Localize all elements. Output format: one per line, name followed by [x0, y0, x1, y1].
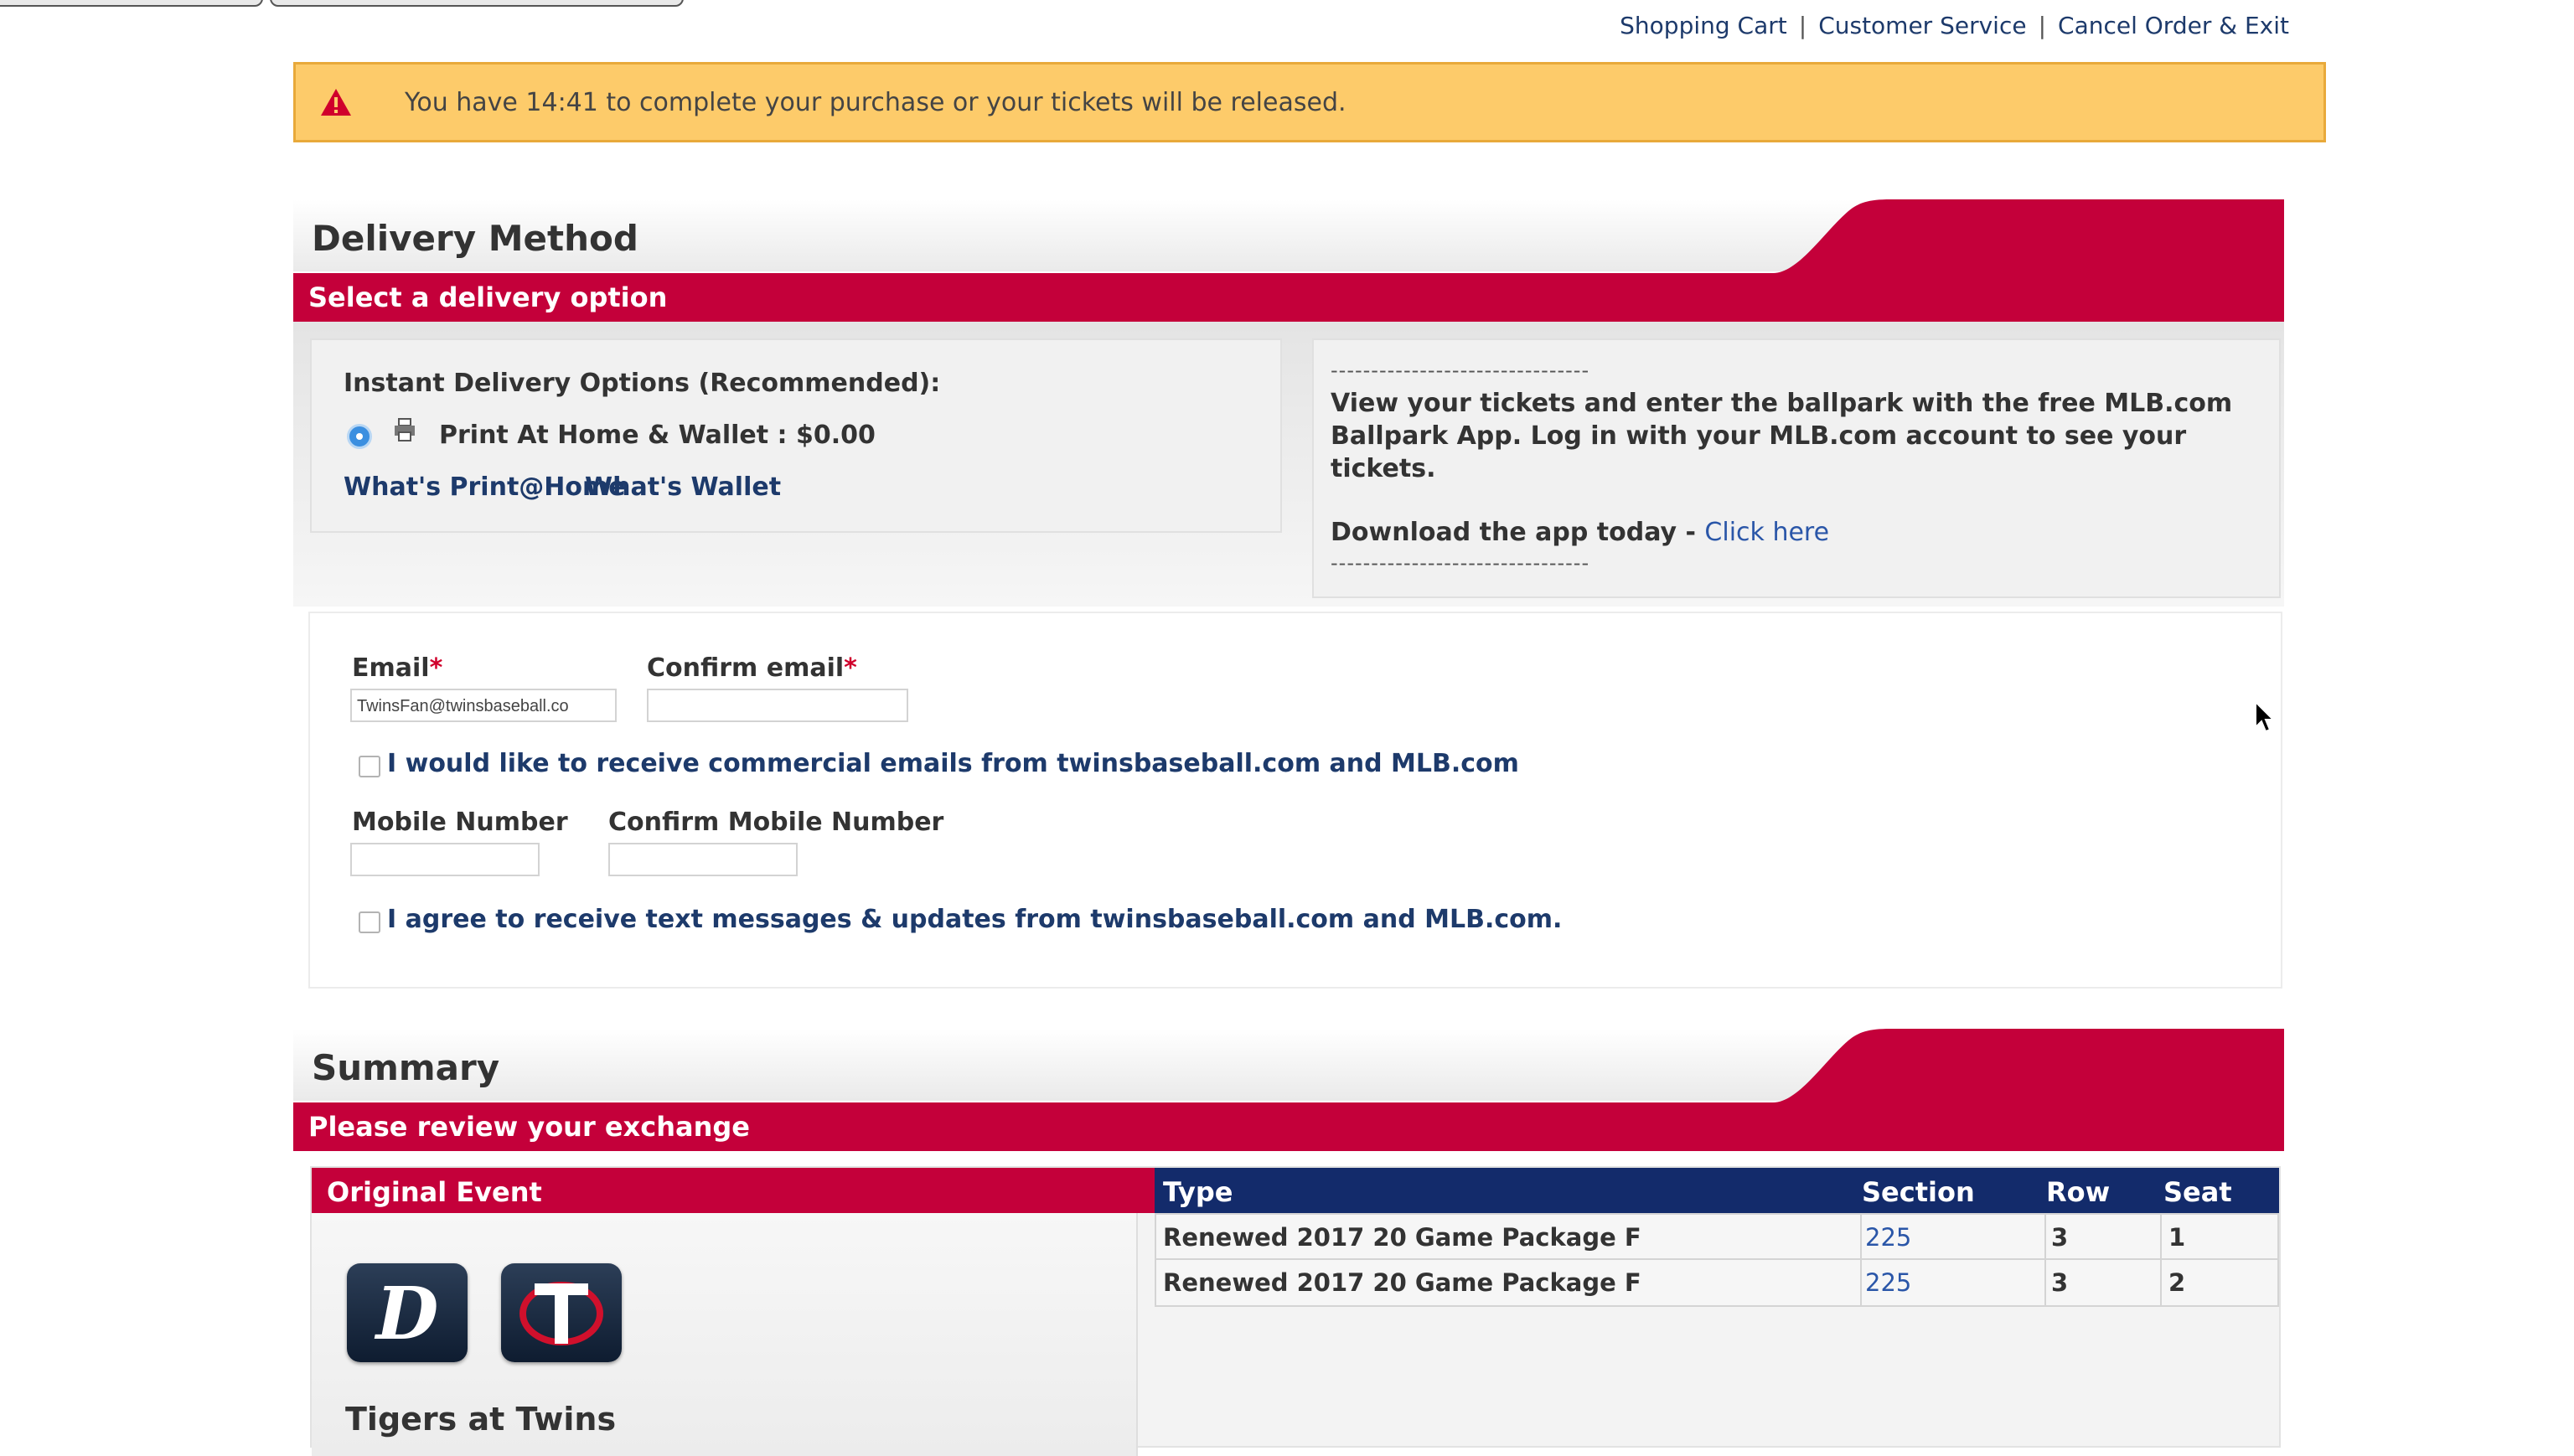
app-info-text: View your tickets and enter the ballpark… — [1331, 389, 2233, 483]
twins-logo — [501, 1263, 622, 1362]
instant-delivery-panel: Instant Delivery Options (Recommended): … — [310, 338, 1282, 533]
row2-type: Renewed 2017 20 Game Package F — [1163, 1268, 1641, 1297]
email-input[interactable]: TwinsFan@twinsbaseball.co — [350, 689, 617, 722]
col-type: Type — [1163, 1176, 1233, 1208]
summary-title: Summary — [312, 1047, 500, 1088]
download-text: Download the app today - — [1331, 518, 1705, 547]
whats-wallet-link[interactable]: What's Wallet — [585, 472, 781, 502]
summary-section-header: Summary Please review your exchange — [293, 1029, 2284, 1151]
text-messages-checkbox[interactable] — [359, 911, 380, 933]
print-home-radio[interactable] — [347, 424, 372, 449]
contact-form-panel: Email* TwinsFan@twinsbaseball.co Confirm… — [308, 612, 2282, 989]
original-event-label: Original Event — [327, 1176, 542, 1208]
app-dashes-bottom: -------------------------------- — [1331, 551, 1590, 575]
summary-subtitle: Please review your exchange — [308, 1111, 750, 1143]
row1-section[interactable]: 225 — [1865, 1223, 1911, 1252]
email-label: Email* — [352, 653, 443, 683]
delivery-subtitle: Select a delivery option — [308, 281, 668, 313]
confirm-mobile-input[interactable] — [608, 843, 798, 876]
timer-message: You have 14:41 to complete your purchase… — [405, 87, 1346, 117]
event-name: Tigers at Twins — [345, 1401, 617, 1438]
summary-body: Original Event D Tigers at Twins Type Se… — [310, 1166, 2282, 1456]
browser-tab-2[interactable] — [270, 0, 684, 7]
row1-type: Renewed 2017 20 Game Package F — [1163, 1223, 1641, 1252]
tickets-table-header — [1155, 1168, 2279, 1213]
link-separator: | — [1798, 12, 1807, 39]
confirm-email-input[interactable] — [647, 689, 908, 722]
whats-printhome-link[interactable]: What's Print@Home — [344, 472, 626, 502]
row2-section[interactable]: 225 — [1865, 1268, 1911, 1297]
commercial-emails-label: I would like to receive commercial email… — [387, 749, 1519, 778]
customer-service-link[interactable]: Customer Service — [1818, 12, 2026, 39]
mobile-number-label: Mobile Number — [352, 808, 568, 837]
top-links: Shopping Cart | Customer Service | Cance… — [1620, 12, 2289, 39]
confirm-mobile-label: Confirm Mobile Number — [608, 808, 944, 837]
delivery-title: Delivery Method — [312, 218, 638, 259]
col-row: Row — [2046, 1176, 2111, 1208]
app-dashes-top: -------------------------------- — [1331, 359, 1590, 382]
summary-subtitle-bar: Please review your exchange — [293, 1102, 2284, 1151]
download-line: Download the app today - Click here — [1331, 518, 1829, 547]
browser-tab-1[interactable] — [0, 0, 263, 7]
mouse-cursor-icon — [2254, 700, 2276, 737]
tickets-table: Type Section Row Seat Renewed 2017 20 Ga… — [1155, 1168, 2282, 1449]
col-seat: Seat — [2163, 1176, 2232, 1208]
svg-text:D: D — [374, 1272, 439, 1356]
text-messages-label: I agree to receive text messages & updat… — [387, 905, 1563, 934]
link-separator: | — [2038, 12, 2047, 39]
shopping-cart-link[interactable]: Shopping Cart — [1620, 12, 1787, 39]
warning-icon — [318, 85, 354, 119]
delivery-section-header: Delivery Method Select a delivery option — [293, 199, 2284, 322]
print-home-option-label: Print At Home & Wallet : $0.00 — [439, 421, 876, 450]
row2-seat: 2 — [2168, 1268, 2186, 1297]
delivery-subtitle-bar: Select a delivery option — [293, 273, 2284, 322]
original-event-header: Original Event — [312, 1168, 1155, 1213]
instant-delivery-heading: Instant Delivery Options (Recommended): — [344, 369, 941, 398]
mobile-number-input[interactable] — [350, 843, 540, 876]
col-section: Section — [1862, 1176, 1975, 1208]
app-info-panel: -------------------------------- View yo… — [1312, 338, 2281, 598]
row1-seat: 1 — [2168, 1223, 2186, 1252]
click-here-link[interactable]: Click here — [1704, 518, 1829, 547]
timer-banner: You have 14:41 to complete your purchase… — [293, 62, 2326, 142]
printer-icon — [392, 417, 417, 442]
cancel-order-link[interactable]: Cancel Order & Exit — [2058, 12, 2289, 39]
tigers-logo: D — [347, 1263, 468, 1362]
row1-row: 3 — [2051, 1223, 2069, 1252]
row2-row: 3 — [2051, 1268, 2069, 1297]
confirm-email-label: Confirm email* — [647, 653, 857, 683]
commercial-emails-checkbox[interactable] — [359, 756, 380, 777]
